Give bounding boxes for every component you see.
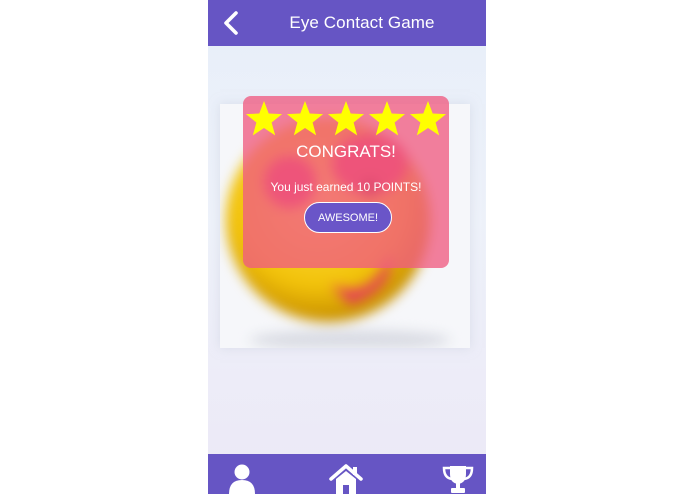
stage: Eye Contact Game CONGRATS! You just earn…	[0, 0, 695, 494]
awesome-button[interactable]: AWESOME!	[304, 202, 392, 233]
top-bar: Eye Contact Game	[208, 0, 486, 46]
star-icon	[286, 101, 324, 136]
congrats-heading: CONGRATS!	[296, 142, 396, 161]
chevron-left-icon	[224, 11, 238, 35]
trophy-icon	[442, 466, 474, 493]
nav-trophy-button[interactable]	[440, 458, 476, 494]
back-button[interactable]	[214, 6, 248, 40]
app-screen: Eye Contact Game CONGRATS! You just earn…	[208, 0, 486, 494]
home-icon	[329, 464, 363, 494]
star-icon	[327, 101, 365, 136]
star-icon	[409, 101, 447, 136]
congrats-dialog: CONGRATS! You just earned 10 POINTS! AWE…	[243, 96, 449, 268]
star-icon	[368, 101, 406, 136]
page-title: Eye Contact Game	[289, 13, 435, 32]
star-rating	[243, 99, 449, 139]
nav-home-button[interactable]	[328, 458, 364, 494]
bottom-nav	[208, 454, 486, 494]
user-icon	[229, 464, 255, 494]
points-message: You just earned 10 POINTS!	[270, 180, 422, 194]
star-icon	[245, 101, 283, 136]
nav-profile-button[interactable]	[224, 458, 260, 494]
